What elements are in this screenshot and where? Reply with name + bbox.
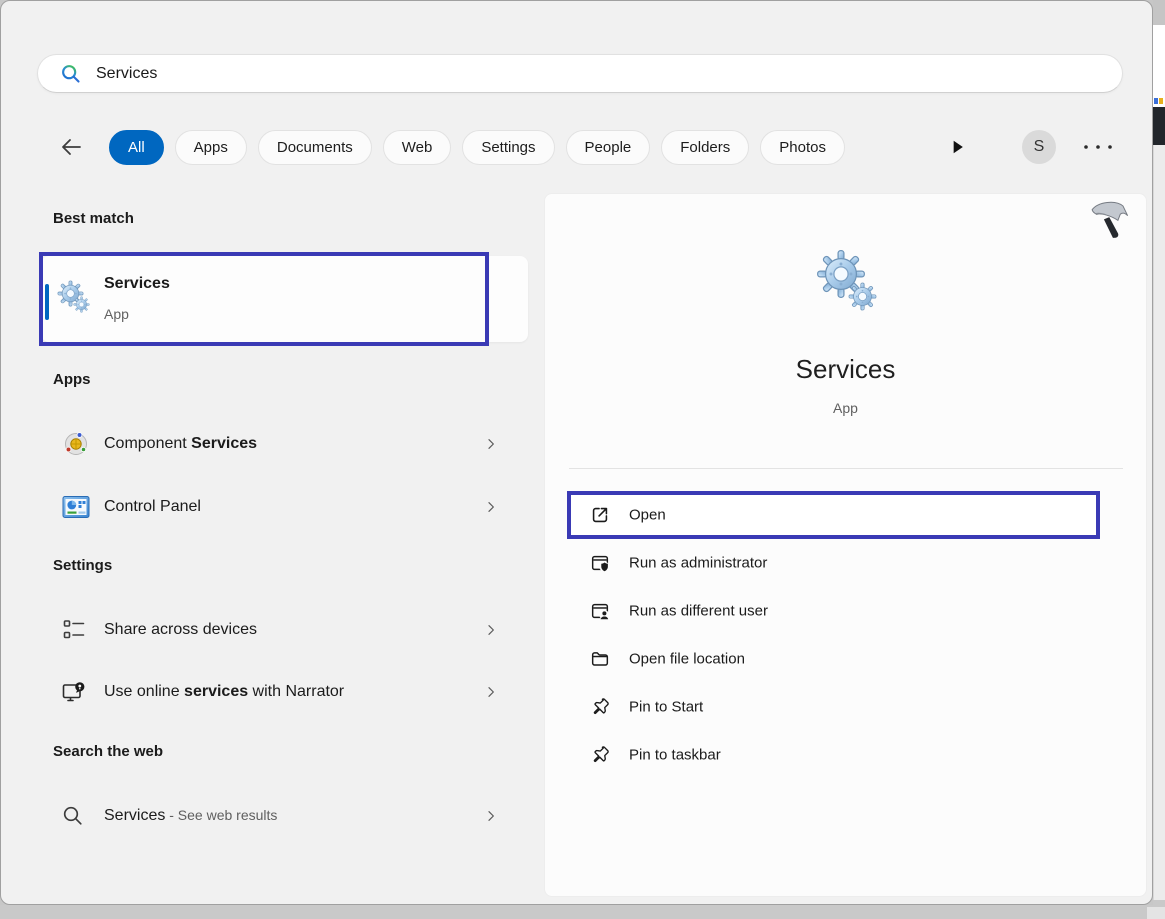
filter-chip-documents[interactable]: Documents <box>258 130 372 165</box>
filter-chip-all[interactable]: All <box>109 130 164 165</box>
share-across-devices-icon <box>61 617 87 643</box>
action-label: Open file location <box>629 651 745 668</box>
filter-chips: All Apps Documents Web Settings People F… <box>109 125 845 169</box>
action-label: Run as administrator <box>629 555 767 572</box>
windows-search-flyout: All Apps Documents Web Settings People F… <box>0 0 1153 905</box>
best-match-subtitle: App <box>104 306 129 322</box>
services-gears-icon <box>56 279 92 315</box>
result-label: Component Services <box>104 435 257 453</box>
folder-icon <box>589 648 611 670</box>
divider <box>569 468 1123 469</box>
filter-chip-settings[interactable]: Settings <box>462 130 554 165</box>
services-gears-icon-large <box>813 248 879 314</box>
ellipsis-icon <box>1081 143 1115 151</box>
run-as-admin-icon <box>589 552 611 574</box>
background-sliver-white <box>1153 25 1165 95</box>
action-label: Open <box>629 507 666 524</box>
narrator-icon <box>61 679 87 705</box>
more-options-button[interactable] <box>1079 139 1117 155</box>
filter-chip-apps[interactable]: Apps <box>175 130 247 165</box>
preview-title: Services <box>545 354 1146 385</box>
component-services-icon <box>61 429 91 459</box>
result-label: Services - See web results <box>104 807 277 825</box>
best-match-title: Services <box>104 275 170 293</box>
action-label: Pin to Start <box>629 699 703 716</box>
result-label: Control Panel <box>104 498 201 516</box>
action-pin-to-taskbar[interactable]: Pin to taskbar <box>545 731 1100 779</box>
chips-overflow-button[interactable] <box>943 134 971 160</box>
open-external-icon <box>589 504 611 526</box>
pin-icon <box>589 696 611 718</box>
background-bottom-strip <box>0 905 1165 919</box>
result-label: Use online services with Narrator <box>104 683 344 701</box>
background-sliver-light <box>1153 145 1165 900</box>
filter-chip-photos[interactable]: Photos <box>760 130 845 165</box>
back-arrow-icon <box>57 133 85 161</box>
control-panel-icon <box>61 492 91 522</box>
background-window-sliver <box>1153 0 1165 919</box>
chevron-right-icon <box>483 622 499 638</box>
result-control-panel[interactable]: Control Panel <box>41 479 528 535</box>
chevron-right-icon <box>483 808 499 824</box>
chevron-right-icon <box>483 499 499 515</box>
background-sliver-dark <box>1153 107 1165 145</box>
action-pin-to-start[interactable]: Pin to Start <box>545 683 1100 731</box>
result-web-search-services[interactable]: Services - See web results <box>41 788 528 844</box>
web-search-icon <box>61 804 85 828</box>
action-open[interactable]: Open <box>545 491 1100 539</box>
hammer-cursor-icon <box>1083 195 1133 243</box>
screenshot-stage: All Apps Documents Web Settings People F… <box>0 0 1165 919</box>
search-icon <box>60 63 82 85</box>
background-sliver-gray <box>1153 0 1165 25</box>
filter-chip-people[interactable]: People <box>566 130 651 165</box>
chevron-right-icon <box>483 436 499 452</box>
play-arrow-icon <box>947 137 967 157</box>
result-component-services[interactable]: Component Services <box>41 416 528 472</box>
filter-chip-folders[interactable]: Folders <box>661 130 749 165</box>
best-match-result-services[interactable] <box>41 256 528 342</box>
selection-accent-bar <box>45 284 49 320</box>
pin-icon <box>589 744 611 766</box>
back-button[interactable] <box>55 131 87 163</box>
preview-panel: Services App Open Run as administrator <box>544 193 1147 897</box>
result-use-online-services-narrator[interactable]: Use online services with Narrator <box>41 664 528 720</box>
result-label: Share across devices <box>104 621 257 639</box>
search-input[interactable] <box>96 65 1046 83</box>
section-header-best-match: Best match <box>53 210 134 227</box>
chevron-right-icon <box>483 684 499 700</box>
background-content-sliver <box>1153 95 1165 107</box>
result-share-across-devices[interactable]: Share across devices <box>41 602 528 658</box>
action-run-as-different-user[interactable]: Run as different user <box>545 587 1100 635</box>
run-as-user-icon <box>589 600 611 622</box>
action-open-file-location[interactable]: Open file location <box>545 635 1100 683</box>
action-run-as-administrator[interactable]: Run as administrator <box>545 539 1100 587</box>
filter-chip-web[interactable]: Web <box>383 130 452 165</box>
section-header-search-the-web: Search the web <box>53 743 163 760</box>
account-avatar[interactable]: S <box>1022 130 1056 164</box>
section-header-apps: Apps <box>53 371 91 388</box>
background-bottom-corner <box>1147 907 1165 919</box>
search-bar <box>37 54 1123 93</box>
section-header-settings: Settings <box>53 557 112 574</box>
preview-subtitle: App <box>545 400 1146 416</box>
action-label: Run as different user <box>629 603 768 620</box>
action-label: Pin to taskbar <box>629 747 721 764</box>
